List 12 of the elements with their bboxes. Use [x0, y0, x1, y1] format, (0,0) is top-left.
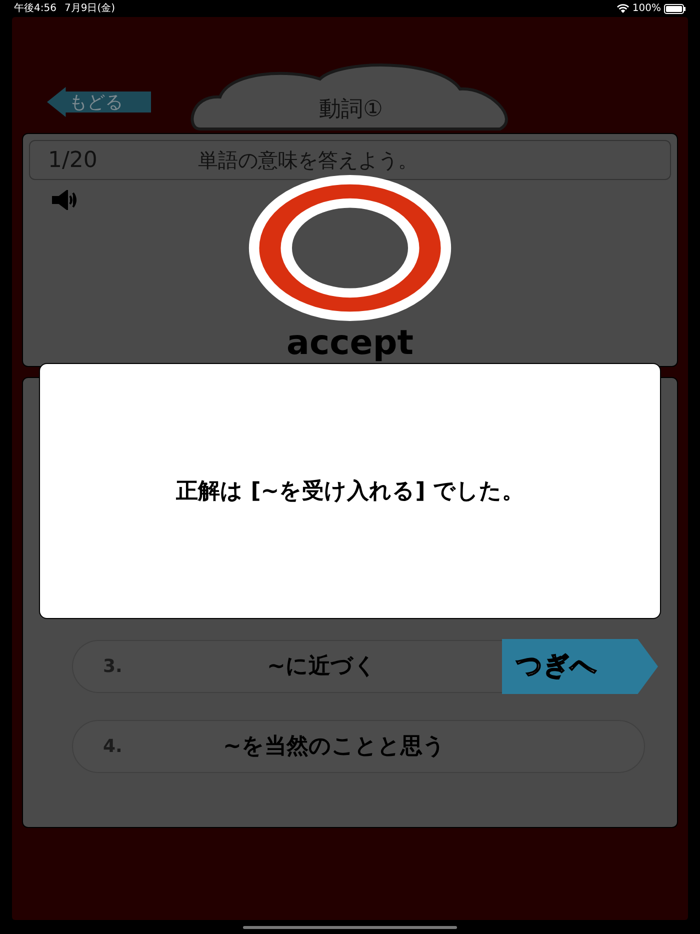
question-word: accept: [286, 326, 414, 360]
battery-percent: 100%: [632, 2, 661, 16]
status-time: 午後4:56: [14, 2, 56, 16]
answer-message: 正解は [~を受け入れる] でした。: [176, 478, 524, 506]
battery-icon: [664, 4, 686, 14]
instruction-text: 単語の意味を答えよう。: [198, 147, 418, 174]
status-date: 7月9日(金): [64, 2, 115, 16]
wifi-icon: [617, 4, 630, 13]
question-counter: 1/20: [48, 146, 98, 174]
back-button[interactable]: もどる: [47, 87, 151, 117]
screen-title: 動詞①: [319, 96, 383, 124]
next-button[interactable]: つぎへ: [502, 639, 658, 694]
